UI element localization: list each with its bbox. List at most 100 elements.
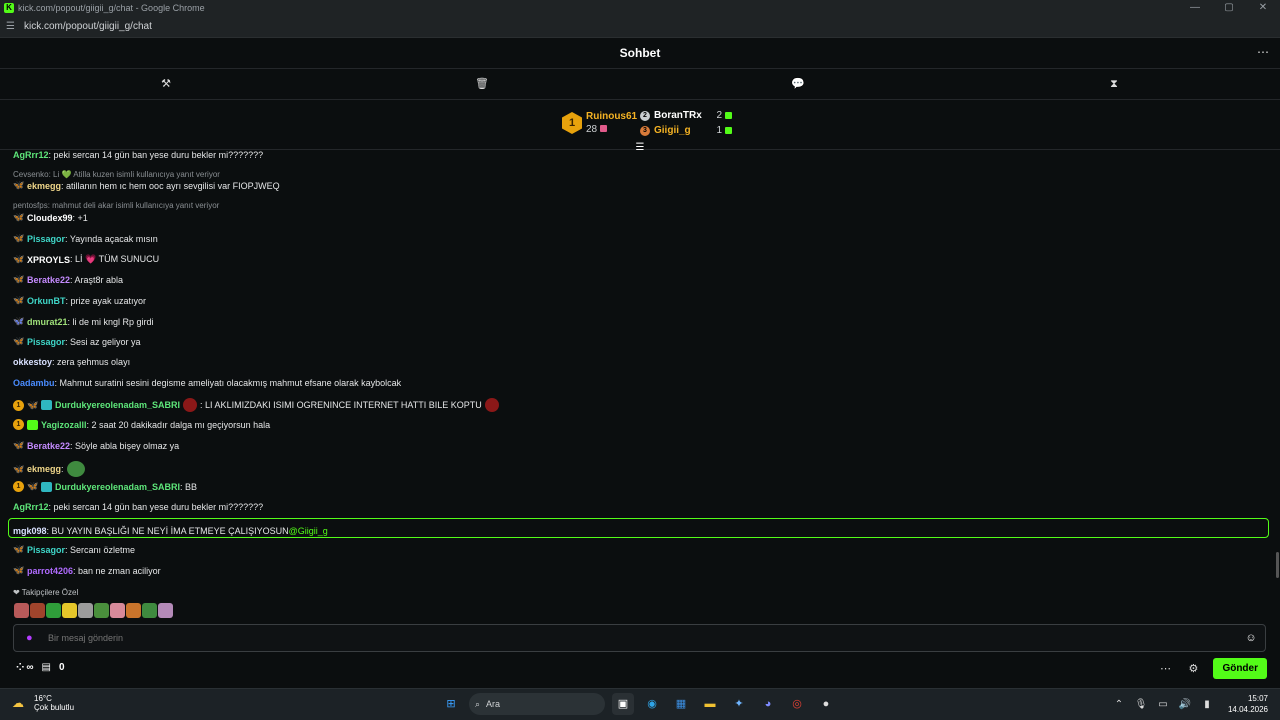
store-app-icon[interactable]: ▦ — [670, 693, 692, 715]
hourglass-icon[interactable]: ⧗ — [1107, 77, 1121, 91]
chat-username[interactable]: ekmegg — [27, 181, 61, 191]
close-button[interactable]: ✕ — [1246, 0, 1280, 16]
chat-message[interactable]: 🦋 Beratke22: Araşt8r abla — [13, 274, 123, 285]
chat-message[interactable]: 🦋 OrkunBT: prize ayak uzatıyor — [13, 295, 146, 306]
chat-message[interactable]: 🦋 Beratke22: Söyle abla bişey olmaz ya — [13, 440, 179, 451]
url-text[interactable]: kick.com/popout/giigii_g/chat — [24, 21, 152, 32]
leader-first-count: 28 — [586, 124, 637, 135]
chat-message[interactable]: 🦋 Pissagor: Sercanı özletme — [13, 544, 135, 555]
reply-context[interactable]: pentosfps: mahmut deli akar isimli kulla… — [13, 201, 219, 210]
taskbar-search[interactable]: ⌕ Ara — [469, 693, 605, 715]
chat-message[interactable]: mgk098: BU YAYIN BAŞLIĞI NE NEYİ İMA ETM… — [13, 526, 328, 536]
chat-message[interactable]: 🦋 dmurat21: li de mi kngl Rp girdi — [13, 316, 154, 327]
chat-username[interactable]: Pissagor — [27, 545, 65, 555]
store-icon[interactable]: ▤ — [42, 662, 51, 673]
chat-message[interactable]: 🦋 Pissagor: Sesi az geliyor ya — [13, 336, 141, 347]
chat-message[interactable]: 🦋 Pissagor: Yayında açacak mısın — [13, 233, 158, 244]
trash-icon[interactable]: 🗑 — [475, 77, 489, 91]
chat-username[interactable]: XPROYLS — [27, 255, 70, 265]
microphone-icon[interactable]: ● — [26, 632, 36, 644]
infinity-value: ∞ — [26, 662, 34, 673]
chat-username[interactable]: OrkunBT — [27, 296, 66, 306]
discord-icon[interactable]: ◕ — [757, 693, 779, 715]
settings-gear-icon[interactable]: ⚙ — [1185, 661, 1201, 677]
battery-icon[interactable]: ▮ — [1200, 699, 1214, 710]
scrollbar[interactable] — [1276, 552, 1279, 578]
weather-widget[interactable]: ☁ 16°C Çok bulutlu — [12, 694, 74, 712]
tray-expand-icon[interactable]: ⌃ — [1112, 699, 1126, 710]
hammer-icon[interactable]: ⚒ — [159, 77, 173, 91]
address-bar[interactable]: ☰ kick.com/popout/giigii_g/chat — [0, 16, 1280, 38]
file-explorer-icon[interactable]: ▬ — [699, 693, 721, 715]
send-button[interactable]: Gönder — [1213, 658, 1267, 679]
emote-8[interactable] — [126, 603, 141, 618]
emoji-icon[interactable]: ☺ — [1245, 632, 1257, 644]
maximize-button[interactable]: ▢ — [1212, 0, 1246, 16]
emote-9[interactable] — [142, 603, 157, 618]
chat-username[interactable]: ekmegg — [27, 464, 61, 474]
chat-message[interactable]: okkestoy: zera şehmus olayı — [13, 357, 130, 367]
chat-message[interactable]: 🦋 XPROYLS: Lİ 💗 TÜM SUNUCU — [13, 254, 159, 265]
chat-username[interactable]: okkestoy — [13, 357, 52, 367]
network-icon[interactable]: ▭ — [1156, 699, 1170, 710]
site-info-icon[interactable]: ☰ — [6, 21, 20, 32]
microphone-tray-icon[interactable]: 🎙 — [1134, 699, 1148, 710]
chat-username[interactable]: Durdukyereolenadam_SABRI — [55, 482, 180, 492]
network-app-icon[interactable]: ✦ — [728, 693, 750, 715]
chat-username[interactable]: parrot4206 — [27, 566, 73, 576]
points-icon[interactable]: ⁘ — [16, 662, 24, 673]
chat-username[interactable]: AgRrr12 — [13, 502, 49, 512]
chat-mention[interactable]: @Giigii_g — [289, 526, 328, 536]
leader-second[interactable]: 2 BoranTRx 2 — [640, 108, 732, 123]
butterfly-badge-icon: 🦋 — [27, 481, 39, 491]
more-options-icon[interactable]: ⋯ — [1257, 45, 1270, 59]
chat-username[interactable]: dmurat21 — [27, 317, 68, 327]
gold-medal-icon: 1 — [562, 112, 582, 134]
leader-third[interactable]: 3 Giigii_g 1 — [640, 123, 732, 138]
chat-message[interactable]: AgRrr12: peki sercan 14 gün ban yese dur… — [13, 150, 263, 160]
chat-message[interactable]: 1 Yagizozalll: 2 saat 20 dakikadır dalga … — [13, 419, 270, 430]
emote-10[interactable] — [158, 603, 173, 618]
chat-username[interactable]: Durdukyereolenadam_SABRI — [55, 400, 180, 410]
volume-icon[interactable]: 🔊 — [1178, 699, 1192, 710]
chat-message[interactable]: 🦋 ekmegg: atillanın hem ıc hem ooc ayrı s… — [13, 180, 280, 191]
chat-message[interactable]: 🦋 Cloudex99: +1 — [13, 212, 88, 223]
chat-message[interactable]: 🦋 ekmegg: — [13, 461, 88, 477]
windows-start-icon[interactable]: ⊞ — [440, 693, 462, 715]
reply-context[interactable]: Cevsenko: Li 💚 Atilla kuzen isimli kulla… — [13, 170, 220, 179]
emote-6[interactable] — [94, 603, 109, 618]
emote-4[interactable] — [62, 603, 77, 618]
taskbar-clock[interactable]: 15:07 14.04.2026 — [1228, 693, 1268, 715]
minimize-button[interactable]: — — [1178, 0, 1212, 16]
butterfly-badge-icon: 🦋 — [13, 544, 25, 554]
taskbar-search-label: Ara — [486, 699, 501, 709]
chat-message[interactable]: 1 🦋 Durdukyereolenadam_SABRI: BB — [13, 481, 197, 492]
chrome-icon[interactable]: ◎ — [786, 693, 808, 715]
chat-username[interactable]: Pissagor — [27, 234, 65, 244]
chat-message[interactable]: 1 🦋 Durdukyereolenadam_SABRI: LI AKLIMIZDA… — [13, 398, 502, 412]
emote-7[interactable] — [110, 603, 125, 618]
edge-icon[interactable]: ◉ — [641, 693, 663, 715]
chat-message[interactable]: 🦋 parrot4206: ban ne zman aciliyor — [13, 565, 161, 576]
chat-username[interactable]: mgk098 — [13, 526, 47, 536]
gift-rank-badge-icon: 1 — [13, 399, 24, 411]
chat-message[interactable]: AgRrr12: peki sercan 14 gün ban yese dur… — [13, 502, 263, 512]
obs-icon[interactable]: ● — [815, 693, 837, 715]
chat-username[interactable]: AgRrr12 — [13, 150, 49, 160]
emote-1[interactable] — [14, 603, 29, 618]
chat-bubble-icon[interactable]: 💬 — [791, 77, 805, 91]
chat-message[interactable]: Oadambu: Mahmut suratini sesini degisme … — [13, 378, 401, 388]
chat-username[interactable]: Beratke22 — [27, 441, 70, 451]
chat-username[interactable]: Cloudex99 — [27, 213, 73, 223]
emote-2[interactable] — [30, 603, 45, 618]
message-input[interactable] — [48, 633, 1198, 643]
chat-username[interactable]: Yagizozalll — [41, 420, 87, 430]
chat-options-icon[interactable]: ⋯ — [1157, 661, 1173, 677]
task-view-icon[interactable]: ▣ — [612, 693, 634, 715]
emote-5[interactable] — [78, 603, 93, 618]
chat-username[interactable]: Oadambu — [13, 378, 55, 388]
leader-first[interactable]: 1 Ruinous61 28 — [562, 111, 637, 135]
chat-username[interactable]: Beratke22 — [27, 275, 70, 285]
emote-3[interactable] — [46, 603, 61, 618]
chat-username[interactable]: Pissagor — [27, 337, 65, 347]
